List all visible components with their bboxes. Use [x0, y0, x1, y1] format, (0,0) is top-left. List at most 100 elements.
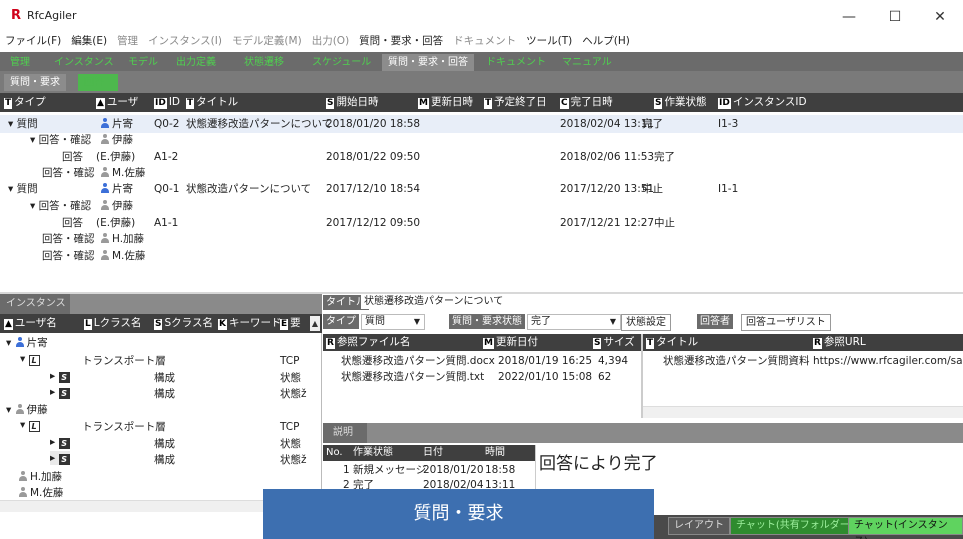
tree-node[interactable]: ▾ 伊藤: [6, 403, 48, 417]
answer-user-list-button[interactable]: 回答ユーザリスト: [741, 314, 831, 331]
close-button[interactable]: ✕: [917, 4, 963, 30]
scroll-up-icon[interactable]: ▲: [310, 316, 320, 331]
subtab-question[interactable]: 質問・要求: [4, 74, 66, 91]
tree-node[interactable]: ▸ S: [50, 369, 70, 383]
caption-banner: 質問・要求: [263, 489, 654, 539]
answerer-label: 回答者: [697, 314, 733, 329]
menu-item[interactable]: ヘルプ(H): [577, 32, 635, 51]
tab-output[interactable]: 出力定義: [170, 54, 222, 71]
instance-tab-strip: [70, 294, 322, 314]
tab-manual[interactable]: マニュアル: [556, 54, 618, 71]
menu-item[interactable]: ツール(T): [521, 32, 577, 51]
menu-item[interactable]: 編集(E): [66, 32, 112, 51]
col-type[interactable]: T タイプ: [4, 95, 46, 110]
title-field[interactable]: 状態遷移改造パターンについて: [361, 295, 961, 309]
col-username[interactable]: ▲ ユーザ名: [4, 316, 57, 331]
tree-node[interactable]: ▸ S: [50, 451, 70, 465]
state-setting-button[interactable]: 状態設定: [621, 314, 671, 331]
tab-state-transition[interactable]: 状態遷移: [238, 54, 290, 71]
menu-item[interactable]: 出力(O): [307, 32, 354, 51]
col-updated[interactable]: M 更新日時: [418, 95, 473, 110]
col-state[interactable]: S 作業状態: [654, 95, 706, 110]
type-label: タイプ: [323, 314, 359, 329]
grid-header: T タイプ ▲ ユーザ ID ID T タイトル S 開始日時 M 更新日時 T 予定終了日 …: [0, 93, 963, 112]
tab-instance-panel[interactable]: インスタンス: [0, 294, 70, 314]
history-header: No. 作業状態 日付 時間: [323, 445, 535, 461]
tree-node[interactable]: M.佐藤: [18, 486, 63, 500]
col-e[interactable]: E要: [280, 316, 301, 331]
sub-tab-bar: 質問・要求 回答: [0, 71, 963, 93]
user-icon: [18, 471, 28, 481]
status-label: 質問・要求状態: [449, 314, 525, 329]
tree-node[interactable]: ▾ 片寄: [6, 336, 48, 350]
user-icon: [100, 250, 110, 260]
reference-url[interactable]: https://www.rfcagiler.com/sam: [813, 354, 963, 368]
tree-node[interactable]: ▾ L: [20, 418, 40, 432]
minimize-button[interactable]: —: [826, 4, 872, 30]
tab-document[interactable]: ドキュメント: [480, 54, 552, 71]
table-row[interactable]: 回答・確認 H.加藤: [0, 230, 963, 248]
chevron-down-icon: ▼: [609, 317, 616, 326]
col-sclass[interactable]: S Sクラス名: [154, 316, 213, 331]
table-row[interactable]: ▾ 回答・確認 伊藤: [0, 131, 963, 149]
description-text[interactable]: 回答により完了: [539, 449, 658, 474]
col-title[interactable]: T タイトル: [186, 95, 238, 110]
col-keyword[interactable]: K キーワード: [218, 316, 281, 331]
url-scrollbar[interactable]: [643, 406, 963, 418]
description-tab-strip: [367, 423, 963, 443]
col-done[interactable]: C 完了日時: [560, 95, 613, 110]
file-name[interactable]: 状態遷移改造パターン質問.txt: [341, 370, 484, 384]
maximize-button[interactable]: ☐: [872, 4, 918, 30]
user-icon: [100, 183, 110, 193]
col-lclass[interactable]: L Lクラス名: [84, 316, 141, 331]
menu-item[interactable]: 管理: [112, 32, 143, 51]
table-row[interactable]: 回答・確認 M.佐藤: [0, 247, 963, 265]
tree-node[interactable]: ▸ S: [50, 385, 70, 399]
user-icon: [15, 404, 25, 414]
user-icon: [100, 233, 110, 243]
tab-qa[interactable]: 質問・要求・回答: [382, 54, 474, 71]
user-icon: [100, 167, 110, 177]
menu-item[interactable]: 質問・要求・回答: [354, 32, 448, 51]
menu-item[interactable]: ドキュメント: [448, 32, 521, 51]
chat-shared-folder-button[interactable]: チャット(共有フォルダー): [730, 517, 860, 535]
subtab-answer[interactable]: 回答: [78, 74, 118, 91]
col-instance-id[interactable]: ID インスタンスID: [718, 95, 807, 110]
tab-instance[interactable]: インスタンス: [48, 54, 120, 71]
chevron-down-icon: ▼: [413, 317, 420, 326]
user-icon: [100, 118, 110, 128]
col-id[interactable]: ID ID: [154, 95, 180, 110]
type-select[interactable]: 質問 ▼: [361, 314, 425, 330]
menu-bar: ファイル(F) 編集(E) 管理 インスタンス(I) モデル定義(M) 出力(O) 質問・要…: [0, 32, 963, 51]
tree-node[interactable]: H.加藤: [18, 470, 62, 484]
instance-tree: ▾ 片寄 ▾ L トランスポート層 TCP ▸ S 構成 状態 ▸ S 構成 状…: [6, 336, 307, 500]
col-planned[interactable]: T 予定終了日: [484, 95, 547, 110]
chat-instance-button[interactable]: チャット(インスタンス): [848, 517, 963, 539]
urls-header: T タイトル R 参照URL: [643, 334, 963, 351]
menu-item[interactable]: インスタンス(I): [143, 32, 227, 51]
file-name[interactable]: 状態遷移改造パターン質問.docx: [341, 354, 495, 368]
menu-item[interactable]: ファイル(F): [0, 32, 66, 51]
table-row[interactable]: ▾ 回答・確認 伊藤: [0, 197, 963, 215]
layout-button[interactable]: レイアウト: [668, 517, 730, 535]
user-icon: [100, 134, 110, 144]
user-icon: [15, 337, 25, 347]
instance-header: ▲ ユーザ名 L Lクラス名 S Sクラス名 K キーワード E要 ▲: [0, 314, 322, 333]
files-header: R 参照ファイル名 M 更新日付 S サイズ: [323, 334, 641, 351]
tab-description[interactable]: 説明: [323, 423, 367, 443]
user-icon: [18, 487, 28, 497]
tab-model[interactable]: モデル: [122, 54, 164, 71]
col-user[interactable]: ▲ ユーザ: [96, 95, 138, 110]
status-select[interactable]: 完了 ▼: [527, 314, 621, 330]
col-start[interactable]: S 開始日時: [326, 95, 378, 110]
tab-schedule[interactable]: スケジュール: [306, 54, 377, 71]
main-tab-bar: 管理 インスタンス モデル 出力定義 状態遷移 スケジュール 質問・要求・回答 …: [0, 52, 963, 71]
table-row[interactable]: ▾ 質問 片寄 Q0-1 状態改造パターンについて 2017/12/10 18:…: [0, 180, 963, 198]
user-icon: [100, 200, 110, 210]
app-logo-icon: R: [11, 8, 22, 23]
menu-item[interactable]: モデル定義(M): [227, 32, 307, 51]
tree-node[interactable]: ▸ S: [50, 435, 70, 449]
tab-admin[interactable]: 管理: [4, 54, 36, 71]
tree-node[interactable]: ▾ L: [20, 352, 40, 366]
qa-grid: ▾ 質問 片寄 Q0-2 状態遷移改造パターンについて 2018/01/20 1…: [0, 112, 963, 292]
